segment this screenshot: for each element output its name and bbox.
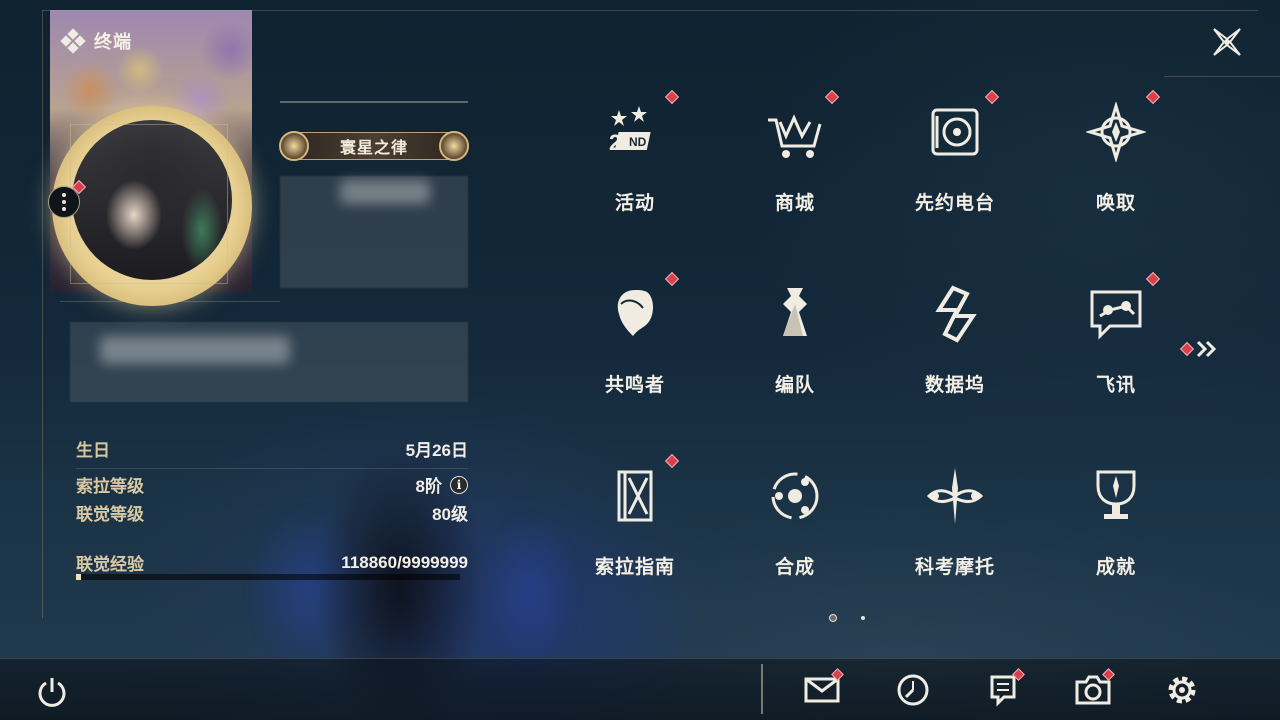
menu-item-synthesis[interactable]: 合成 [715, 450, 875, 620]
birthday-row: 生日 5月26日 [76, 436, 468, 461]
next-page-button[interactable] [1179, 340, 1218, 358]
nameplate-rule [280, 101, 468, 103]
sola-level-value: 8阶 [415, 477, 442, 496]
union-exp-progress-bar [76, 574, 460, 580]
menu-badge [1145, 89, 1161, 105]
frame-right-line [1164, 76, 1280, 77]
menu-item-radio[interactable]: 先约电台 [875, 86, 1035, 256]
menu-item-motorcycle[interactable]: 科考摩托 [875, 450, 1035, 620]
next-page-badge [1179, 341, 1195, 357]
menu-badge [1145, 271, 1161, 287]
frame-left-line [42, 10, 43, 618]
menu-item-achievements[interactable]: 成就 [1036, 450, 1196, 620]
menu-item-messages[interactable]: 飞讯 [1036, 268, 1196, 438]
blurred-signature-text [100, 336, 290, 364]
four-diamond-icon [60, 28, 86, 54]
mail-button[interactable] [800, 668, 844, 712]
union-exp-value: 118860/9999999 [341, 552, 468, 572]
shop-cart-icon [763, 100, 827, 164]
union-exp-label: 联觉经验 [76, 555, 144, 574]
menu-item-events[interactable]: 2 ND 活动 [555, 86, 715, 256]
menu-item-label: 索拉指南 [594, 557, 675, 578]
menu-item-label: 编队 [774, 375, 815, 396]
menu-item-label: 数据坞 [924, 375, 985, 396]
avatar-crop-box [70, 124, 228, 284]
power-icon [38, 678, 66, 707]
avatar-more-button[interactable] [48, 186, 80, 218]
union-level-row: 联觉等级 80级 [76, 500, 468, 525]
sola-level-value-wrap: 8阶 i [416, 472, 468, 497]
menu-item-shop[interactable]: 商城 [715, 86, 875, 256]
page-indicator-current[interactable] [829, 614, 837, 622]
settings-button[interactable] [1160, 668, 1204, 712]
menu-item-team[interactable]: 编队 [715, 268, 875, 438]
menu-item-label: 科考摩托 [914, 557, 995, 578]
notice-icon [990, 675, 1016, 707]
menu-item-label: 共鸣者 [604, 375, 665, 396]
team-chess-icon [763, 282, 827, 346]
page-title: 终端 [94, 32, 132, 52]
close-button[interactable] [1208, 24, 1246, 60]
menu-item-label: 活动 [614, 193, 655, 214]
clock-button[interactable] [891, 668, 935, 712]
menu-item-convene[interactable]: 唤取 [1036, 86, 1196, 256]
union-level-label: 联觉等级 [76, 505, 144, 524]
terminal-title: 终端 [60, 28, 132, 54]
menu-item-label: 唤取 [1095, 193, 1136, 214]
radio-player-icon [923, 100, 987, 164]
more-dots-icon [62, 193, 66, 211]
double-chevron-right-icon [1196, 340, 1217, 358]
notice-button[interactable] [981, 668, 1025, 712]
svg-text:ND: ND [629, 135, 647, 149]
settings-gear-icon [1168, 676, 1196, 704]
message-bubble-icon [1084, 282, 1148, 346]
menu-badge [824, 89, 840, 105]
union-level-value: 80级 [432, 505, 468, 524]
plate-ring-ornament-icon [439, 131, 469, 161]
resonator-portrait-icon [603, 282, 667, 346]
convene-star-icon [1084, 100, 1148, 164]
menu-item-label: 先约电台 [914, 193, 995, 214]
menu-item-data-dock[interactable]: 数据坞 [875, 268, 1035, 438]
birthday-label: 生日 [76, 441, 110, 460]
bottom-bar-divider [761, 664, 763, 714]
menu-item-resonators[interactable]: 共鸣者 [555, 268, 715, 438]
info-icon[interactable]: i [450, 475, 468, 494]
event-2nd-anniversary-icon: 2 ND [603, 100, 667, 164]
clock-icon [897, 674, 929, 706]
profile-title-plate[interactable]: 寰星之律 [279, 131, 469, 161]
menu-badge [664, 453, 680, 469]
union-exp-row: 联觉经验 118860/9999999 [76, 550, 468, 575]
menu-badge [984, 89, 1000, 105]
sola-level-row: 索拉等级 8阶 i [76, 472, 468, 497]
page-indicator[interactable] [861, 616, 865, 620]
plate-sun-ornament-icon [279, 131, 309, 161]
data-dock-icon [923, 282, 987, 346]
menu-badge [664, 89, 680, 105]
guidebook-icon [603, 464, 667, 528]
close-x-icon [1213, 28, 1241, 56]
synthesis-orbit-icon [763, 464, 827, 528]
menu-item-guidebook[interactable]: 索拉指南 [555, 450, 715, 620]
union-exp-progress-fill [76, 574, 81, 580]
motorcycle-icon [923, 464, 987, 528]
camera-button[interactable] [1071, 668, 1115, 712]
birthday-value: 5月26日 [405, 441, 468, 460]
menu-item-label: 飞讯 [1095, 375, 1136, 396]
menu-item-label: 合成 [774, 557, 815, 578]
menu-item-label: 商城 [774, 193, 815, 214]
menu-badge [664, 271, 680, 287]
blurred-name-text [340, 180, 430, 204]
menu-item-label: 成就 [1095, 557, 1136, 578]
sola-level-label: 索拉等级 [76, 477, 144, 496]
power-button[interactable] [32, 672, 72, 712]
trophy-icon [1084, 464, 1148, 528]
stats-divider [76, 468, 468, 469]
profile-title-text: 寰星之律 [339, 140, 408, 157]
